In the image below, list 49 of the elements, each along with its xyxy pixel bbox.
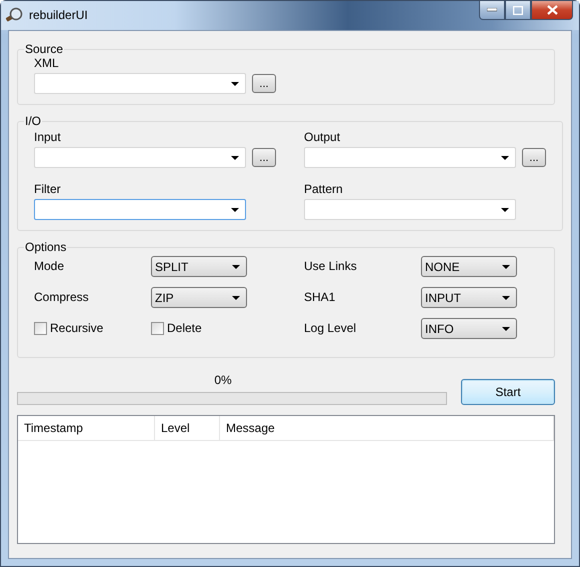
caret-icon: [502, 296, 510, 300]
caret-icon: [502, 326, 510, 330]
group-title: I/O: [24, 114, 42, 128]
caret-icon: [232, 264, 240, 268]
close-icon: [546, 5, 558, 15]
dropdown[interactable]: ZIP: [151, 287, 247, 308]
checkbox[interactable]: [34, 322, 47, 335]
dropdown[interactable]: INPUT: [421, 287, 517, 308]
field-label: XML: [34, 56, 60, 71]
checkbox-label: Recursive: [50, 321, 104, 336]
option-label: SHA1: [304, 290, 336, 305]
group-title: Source: [24, 42, 64, 56]
caret-icon: [502, 264, 510, 268]
caret-icon: [231, 208, 239, 212]
caret-icon: [231, 82, 239, 86]
browse-button[interactable]: ...: [252, 74, 276, 93]
window-title: rebuilderUI: [29, 8, 88, 22]
checkbox[interactable]: [151, 322, 164, 335]
caret-icon: [231, 156, 239, 160]
maximize-button[interactable]: [505, 1, 531, 20]
browse-button[interactable]: ...: [252, 148, 276, 167]
column-header[interactable]: Message: [220, 416, 554, 440]
progress-percent: 0%: [214, 373, 232, 387]
checkbox-label: Delete: [167, 321, 202, 336]
caret-icon: [501, 156, 509, 160]
option-label: Log Level: [304, 321, 358, 336]
browse-button[interactable]: ...: [522, 148, 546, 167]
close-button[interactable]: [531, 1, 573, 20]
column-header[interactable]: Level: [155, 416, 220, 440]
start-button[interactable]: Start: [461, 379, 555, 405]
field-label: Filter: [34, 182, 62, 197]
caret-icon: [232, 296, 240, 300]
minimize-icon: [487, 8, 497, 12]
field-label: Pattern: [304, 182, 344, 197]
caret-icon: [501, 208, 509, 212]
option-label: Compress: [34, 290, 90, 305]
dropdown[interactable]: [34, 199, 246, 220]
magnifier-icon: [5, 7, 23, 23]
maximize-icon: [513, 6, 523, 14]
option-label: Use Links: [304, 259, 358, 274]
option-label: Mode: [34, 259, 66, 274]
group-title: Options: [24, 240, 68, 254]
dropdown[interactable]: NONE: [421, 256, 517, 277]
column-header[interactable]: Timestamp: [18, 416, 155, 440]
dropdown[interactable]: SPLIT: [151, 256, 247, 277]
minimize-button[interactable]: [479, 1, 505, 20]
dropdown[interactable]: INFO: [421, 318, 517, 339]
field-label: Output: [304, 130, 342, 145]
field-label: Input: [34, 130, 62, 145]
